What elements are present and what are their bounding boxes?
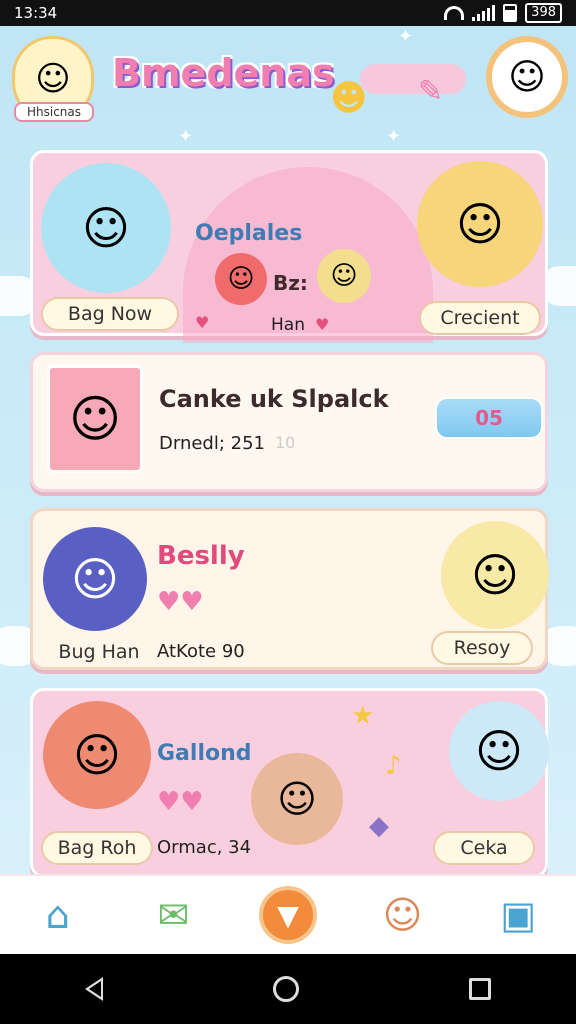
character-icon: ☺ [68, 390, 122, 448]
play-now-button[interactable]: Bag Now [41, 297, 179, 331]
character-avatar: ☺ [41, 163, 171, 293]
counter-value: 05 [475, 406, 503, 430]
ceka-button[interactable]: Ceka [433, 831, 535, 865]
magic-wand-icon[interactable]: ✎ [418, 74, 443, 109]
app-title: Bmedenas [112, 51, 335, 95]
smile-badge-icon: ☻ [330, 78, 368, 119]
heart-icon: ♥ [195, 313, 210, 332]
status-time: 13:34 [14, 4, 58, 22]
character-icon: ☺ [71, 552, 119, 606]
recents-icon[interactable] [469, 978, 491, 1000]
chat-icon[interactable]: ▣ [488, 885, 548, 945]
mascot-avatar[interactable]: ☺ [486, 36, 568, 118]
character-icon: ☺ [73, 728, 121, 782]
avatar-face-icon: ☺ [35, 59, 71, 99]
event-card[interactable]: ☺ Gallond ♥♥ ☺ ★ ♪ ◆ ☺ Bag Roh Ormac, 34… [30, 688, 549, 874]
status-icons: 398 [444, 3, 562, 23]
home-system-icon[interactable] [273, 976, 299, 1002]
game-pad-icon: ♥♥ [157, 787, 204, 817]
event-card[interactable]: ☺ Beslly ♥♥ Bug Han AtKote 90 ☺ Resoy [30, 508, 549, 670]
card-meta: AtKote 90 [157, 641, 245, 662]
card-title: Beslly [157, 541, 245, 571]
music-note-icon: ♪ [385, 751, 402, 781]
candy-icon: ◆ [369, 811, 389, 841]
reply-button[interactable]: Resoy [431, 631, 533, 665]
character-avatar: ☺ [43, 701, 151, 809]
sparkle-icon: ✦ [386, 126, 402, 147]
arch-decoration [183, 167, 433, 343]
card-subtitle: Bz: [273, 271, 308, 295]
character-photo: ☺ [47, 365, 143, 473]
event-card[interactable]: ☺ Canke uk Slpalck Drnedl; 251 10 05 [30, 352, 548, 492]
wifi-icon [444, 6, 465, 20]
event-card[interactable]: ☺ Oeplales ☺ Bz: ☺ ♥ ♥ Han Bag Now ☺ Cre… [30, 150, 548, 343]
card-title: Canke uk Slpalck [159, 385, 389, 413]
battery-level: 398 [525, 3, 562, 23]
signal-icon [472, 5, 496, 21]
sparkle-icon: ✦ [178, 126, 194, 147]
app-screen: ✦ ✦ ✦ ✦ ☺ Hhsicnas Bmedenas ☻ ✎ ☺ ☺ Oepl… [0, 26, 576, 874]
character-avatar: ☺ [43, 527, 147, 631]
heart-icon: ♥ [315, 315, 330, 334]
mini-character: ☺ [317, 249, 371, 303]
card-meta: Drnedl; 251 [159, 433, 265, 454]
system-navigation-bar [0, 954, 576, 1024]
character-icon: ☺ [471, 548, 519, 602]
character-icon: ☺ [456, 197, 504, 251]
play-icon[interactable]: ▼ [258, 886, 317, 944]
card-title: Oeplales [195, 221, 303, 246]
game-pad-icon: ♥♥ [157, 587, 204, 617]
character-avatar: ☺ [441, 521, 549, 629]
character-icon: ☺ [475, 724, 523, 778]
play-button[interactable]: Bag Roh [41, 831, 153, 865]
battery-icon [503, 4, 518, 22]
star-icon: ★ [351, 701, 375, 731]
card-meta-extra: 10 [275, 433, 296, 452]
card-title: Gallond [157, 741, 252, 766]
counter-badge[interactable]: 05 [435, 397, 543, 439]
character-avatar: ☺ [449, 701, 549, 801]
back-icon[interactable] [85, 977, 103, 1001]
home-icon[interactable]: ⌂ [28, 885, 88, 945]
mini-character: ☺ [215, 253, 267, 305]
friends-icon[interactable]: ☺ [373, 885, 433, 945]
character-avatar: ☺ [417, 161, 543, 287]
mini-character: ☺ [251, 753, 343, 845]
status-bar: 13:34 398 [0, 0, 576, 26]
mascot-face-icon: ☺ [508, 56, 546, 98]
card-meta: Ormac, 34 [157, 837, 252, 858]
gift-icon[interactable]: ✉ [143, 885, 203, 945]
bottom-navigation: ⌂ ✉ ▼ ☺ ▣ [0, 874, 576, 954]
create-button[interactable]: Crecient [419, 301, 541, 335]
header: ☺ Hhsicnas Bmedenas ☻ ✎ ☺ [0, 26, 576, 126]
character-icon: ☺ [82, 201, 130, 255]
play-button[interactable]: Bug Han [43, 635, 155, 669]
card-name-label: Han [271, 315, 305, 335]
avatar-label: Hhsicnas [14, 102, 94, 122]
